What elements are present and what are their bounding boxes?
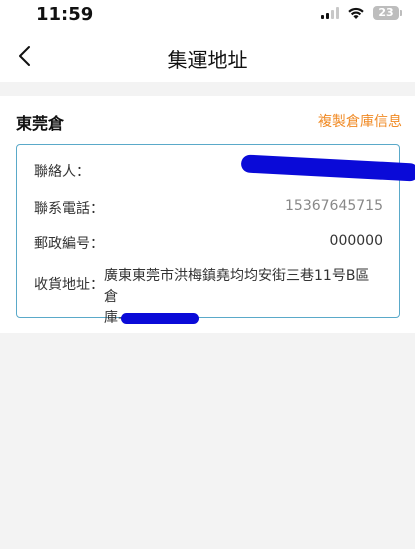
section-divider — [0, 82, 415, 96]
address-line-2: 庫- — [104, 308, 383, 329]
redaction-mark — [121, 312, 200, 324]
cellular-signal-icon — [321, 7, 339, 19]
postal-label: 郵政編号： — [34, 236, 104, 252]
status-bar: 11:59 23 — [0, 0, 415, 30]
phone-label: 聯系電話： — [34, 201, 104, 217]
postal-value: 000000 — [329, 233, 383, 249]
phone-value: 15367645715 — [285, 198, 383, 214]
status-icons: 23 — [321, 6, 402, 20]
phone-row: 聯系電話： 15367645715 — [34, 198, 383, 218]
status-time: 11:59 — [36, 4, 94, 25]
warehouse-info-card: 聯絡人： 聯系電話： 15367645715 郵政編号： 000000 收貨地址… — [16, 144, 415, 326]
warehouse-name: 東莞倉 — [16, 114, 65, 133]
address-line-1: 廣東東莞市洪梅鎮堯均均安街三巷11号B區倉 — [104, 268, 370, 305]
page-title: 集運地址 — [167, 48, 248, 72]
battery-icon: 23 — [373, 6, 402, 20]
copy-warehouse-info-button[interactable]: 複製倉庫信息 — [318, 111, 402, 131]
postal-row: 郵政編号： 000000 — [34, 233, 383, 253]
contact-row: 聯絡人： — [34, 161, 383, 181]
warehouse-section: 東莞倉 複製倉庫信息 聯絡人： 聯系電話： 15367645715 郵政編号： … — [0, 96, 415, 333]
wifi-icon — [348, 7, 364, 19]
nav-bar: 集運地址 — [0, 30, 415, 82]
address-value: 廣東東莞市洪梅鎮堯均均安街三巷11号B區倉 庫- — [104, 266, 383, 329]
contact-label: 聯絡人： — [34, 164, 90, 180]
address-label: 收貨地址： — [34, 277, 104, 293]
